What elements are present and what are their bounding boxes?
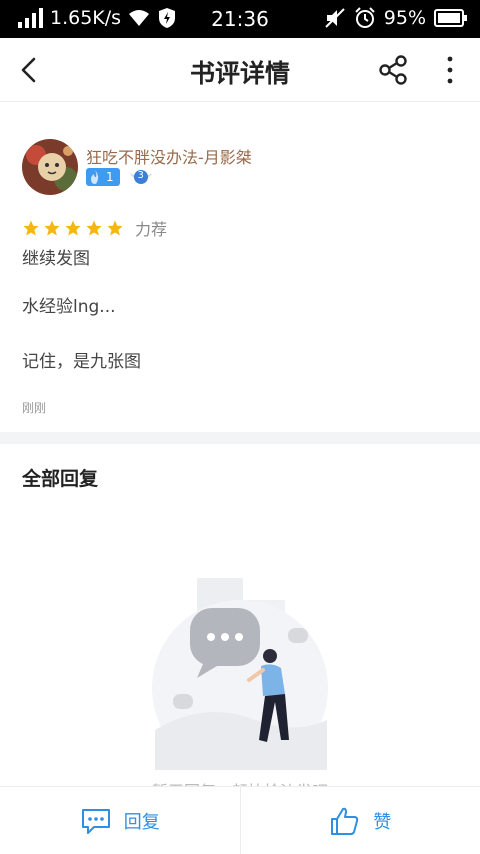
empty-state-illustration <box>145 570 335 776</box>
review-line: 水经验lng... <box>22 297 116 317</box>
share-button[interactable] <box>376 53 410 87</box>
reply-button[interactable]: 回复 <box>0 787 240 854</box>
thumbs-up-icon <box>331 807 359 835</box>
more-button[interactable] <box>438 53 462 87</box>
review-line: 继续发图 <box>22 249 90 269</box>
review-line: 记住，是九张图 <box>22 352 141 372</box>
rating-label: 力荐 <box>135 220 168 239</box>
more-vertical-icon <box>447 56 453 84</box>
like-button[interactable]: 赞 <box>241 787 480 854</box>
review-time: 刚刚 <box>22 401 47 415</box>
avatar[interactable] <box>22 139 78 195</box>
section-divider <box>0 432 480 444</box>
like-label: 赞 <box>373 811 392 833</box>
fan-level-badge: 1 <box>86 168 120 186</box>
battery-level: 95% <box>383 7 426 29</box>
rating-stars <box>22 219 124 237</box>
rating: 力荐 <box>22 216 167 240</box>
mute-icon <box>325 8 345 28</box>
username[interactable]: 狂吃不胖没办法-月影桀 <box>86 144 252 168</box>
reply-label: 回复 <box>123 811 160 833</box>
battery-icon <box>434 9 467 27</box>
star-icon <box>44 220 60 236</box>
replies-title: 全部回复 <box>22 468 99 490</box>
vip-level-badge: 3 <box>128 168 154 186</box>
top-bar: 书评详情 <box>0 38 480 102</box>
status-bar: 1.65K/s 21:36 95% <box>0 0 480 38</box>
star-icon <box>65 220 81 236</box>
fan-level-value: 1 <box>106 170 114 184</box>
star-icon <box>86 220 102 236</box>
bottom-bar: 回复 赞 <box>0 786 480 854</box>
alarm-icon <box>355 7 375 28</box>
share-icon <box>379 55 407 85</box>
review-card: 狂吃不胖没办法-月影桀 1 3 力荐 继续发图 水经验lng... 记住，是九张… <box>0 102 480 432</box>
star-icon <box>107 220 123 236</box>
comment-icon <box>81 808 110 834</box>
star-icon <box>23 220 39 236</box>
flame-icon <box>91 170 99 184</box>
